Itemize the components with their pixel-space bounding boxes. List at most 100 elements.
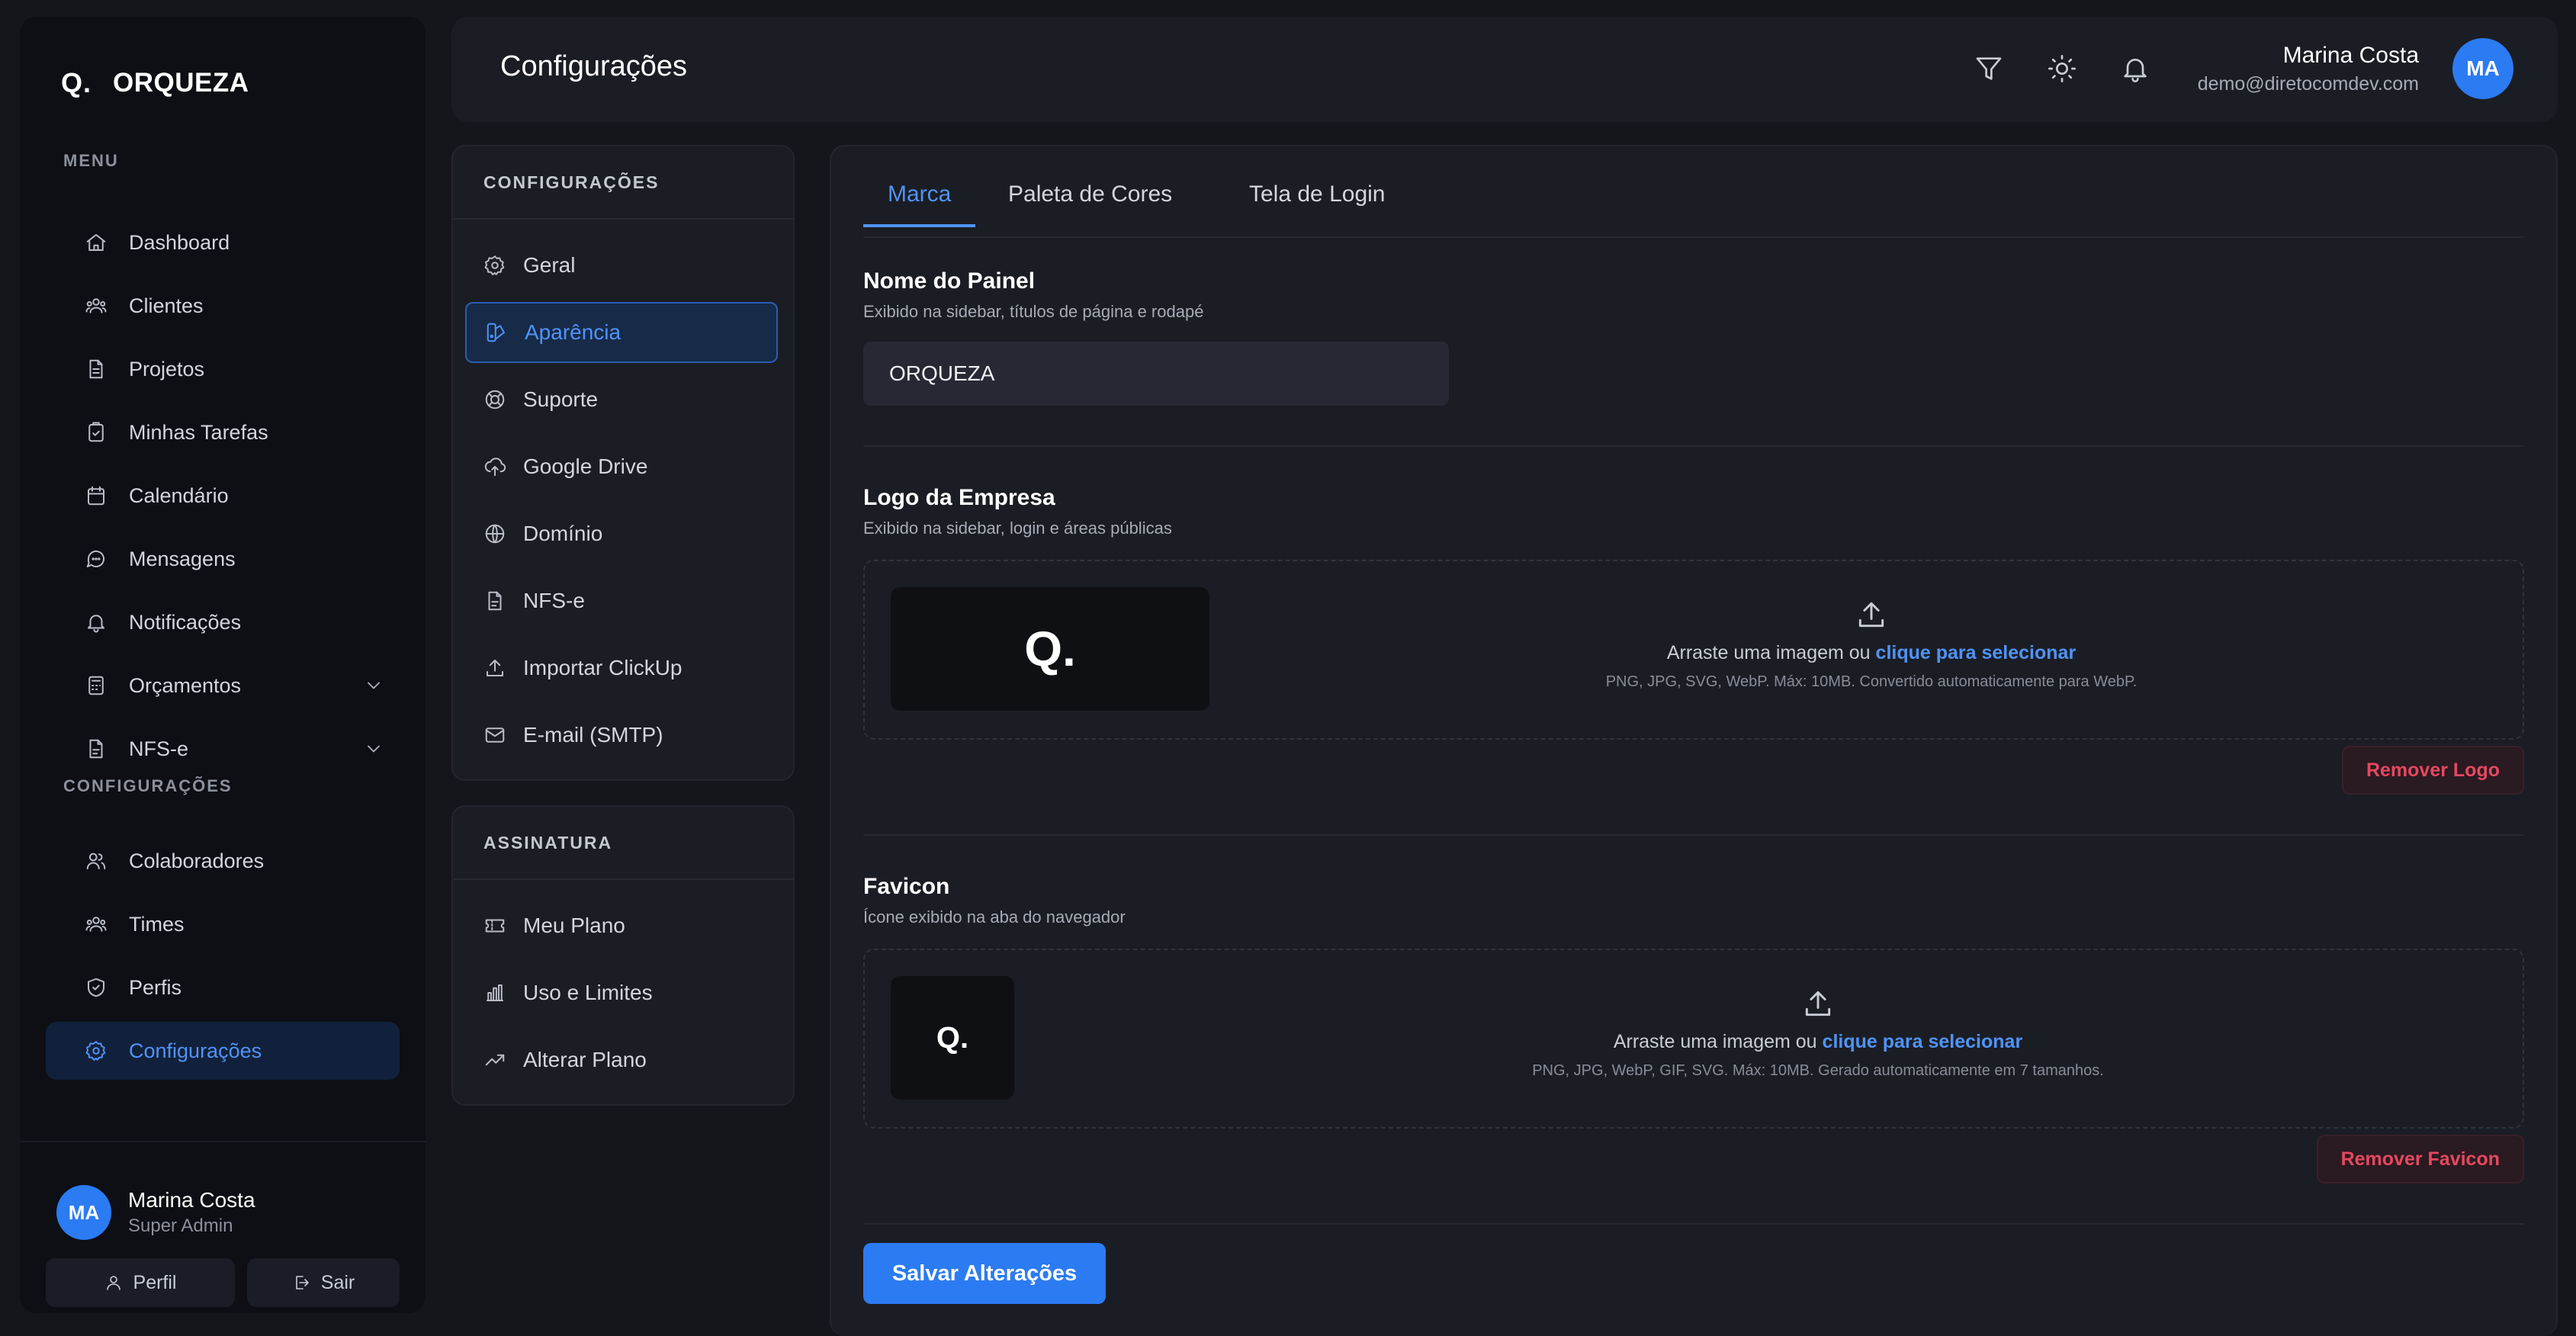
settings-item-google-drive[interactable]: Google Drive bbox=[465, 436, 778, 497]
panel-name-input[interactable] bbox=[863, 342, 1449, 406]
sidebar-item-label: Minhas Tarefas bbox=[129, 420, 268, 444]
subscription-menu-title: ASSINATURA bbox=[453, 807, 793, 880]
sidebar-item-clientes[interactable]: Clientes bbox=[46, 277, 400, 335]
subscription-item-meu-plano[interactable]: Meu Plano bbox=[465, 895, 778, 956]
avatar[interactable]: MA bbox=[2452, 38, 2513, 99]
tab-tela-de-login[interactable]: Tela de Login bbox=[1225, 181, 1409, 227]
settings-item-nfse[interactable]: NFS-e bbox=[465, 570, 778, 631]
logo-dropzone-text: Arraste uma imagem ou clique para seleci… bbox=[1551, 598, 2192, 691]
sidebar-item-label: NFS-e bbox=[129, 737, 189, 760]
sidebar-item-times[interactable]: Times bbox=[46, 895, 400, 953]
sidebar-divider bbox=[20, 1141, 426, 1142]
settings-item-aparencia[interactable]: Aparência bbox=[465, 302, 778, 363]
receipt-icon bbox=[83, 736, 109, 762]
settings-item-email-smtp[interactable]: E-mail (SMTP) bbox=[465, 705, 778, 766]
sidebar-item-notificacoes[interactable]: Notificações bbox=[46, 593, 400, 651]
sidebar-item-orcamentos[interactable]: Orçamentos bbox=[46, 657, 400, 715]
sidebar-item-nfse[interactable]: NFS-e bbox=[46, 720, 400, 778]
users-icon bbox=[83, 293, 109, 319]
user-role: Super Admin bbox=[128, 1216, 233, 1236]
clipboard-check-icon bbox=[83, 419, 109, 445]
settings-item-label: Aparência bbox=[525, 320, 622, 344]
logout-icon bbox=[292, 1273, 310, 1292]
logo-select-link[interactable]: clique para selecionar bbox=[1876, 642, 2077, 663]
tab-paleta-de-cores[interactable]: Paleta de Cores bbox=[984, 181, 1196, 227]
settings-item-label: Geral bbox=[523, 253, 576, 277]
config-section-title: CONFIGURAÇÕES bbox=[63, 776, 233, 795]
favicon-preview: Q. bbox=[891, 976, 1014, 1100]
user-icon bbox=[104, 1273, 123, 1292]
sidebar-item-label: Times bbox=[129, 912, 185, 936]
sidebar-item-dashboard[interactable]: Dashboard bbox=[46, 214, 400, 271]
tabs-divider bbox=[863, 236, 2524, 238]
save-button[interactable]: Salvar Alterações bbox=[863, 1243, 1106, 1304]
subscription-item-label: Alterar Plano bbox=[523, 1048, 647, 1071]
team-icon bbox=[83, 911, 109, 937]
page-title: Configurações bbox=[500, 50, 688, 82]
favicon-dropzone[interactable]: Q. Arraste uma imagem ou clique para sel… bbox=[863, 949, 2524, 1129]
sidebar-item-projetos[interactable]: Projetos bbox=[46, 340, 400, 398]
subscription-item-alterar-plano[interactable]: Alterar Plano bbox=[465, 1029, 778, 1090]
cloud-upload-icon bbox=[483, 455, 506, 478]
palette-icon bbox=[485, 321, 508, 344]
section-divider bbox=[863, 445, 2524, 447]
tab-marca[interactable]: Marca bbox=[863, 181, 976, 227]
settings-item-label: Google Drive bbox=[523, 454, 648, 478]
logo-subtitle: Exibido na sidebar, login e áreas públic… bbox=[863, 519, 1172, 538]
chevron-down-icon[interactable] bbox=[363, 675, 384, 696]
favicon-drop-text: Arraste uma imagem ou bbox=[1613, 1031, 1817, 1052]
upload-icon bbox=[1855, 598, 1888, 631]
filter-icon[interactable] bbox=[1974, 53, 2004, 84]
sidebar-item-label: Calendário bbox=[129, 483, 229, 507]
sidebar-item-colaboradores[interactable]: Colaboradores bbox=[46, 832, 400, 890]
user-name: Marina Costa bbox=[128, 1188, 255, 1212]
sidebar-item-perfis[interactable]: Perfis bbox=[46, 959, 400, 1016]
brand-logo[interactable]: Q. ORQUEZA bbox=[61, 67, 249, 99]
calendar-icon bbox=[83, 483, 109, 509]
upload-icon bbox=[1801, 987, 1835, 1020]
sidebar-item-label: Clientes bbox=[129, 294, 204, 317]
settings-item-label: Suporte bbox=[523, 387, 599, 411]
subscription-item-uso-limites[interactable]: Uso e Limites bbox=[465, 962, 778, 1023]
bell-icon[interactable] bbox=[2120, 53, 2150, 84]
settings-menu-title: CONFIGURAÇÕES bbox=[453, 146, 793, 220]
brand-name: ORQUEZA bbox=[113, 68, 249, 98]
sidebar-item-minhas-tarefas[interactable]: Minhas Tarefas bbox=[46, 403, 400, 461]
profile-button[interactable]: Perfil bbox=[46, 1258, 235, 1307]
sidebar-item-calendario[interactable]: Calendário bbox=[46, 467, 400, 525]
shield-icon bbox=[83, 975, 109, 1000]
panel-name-title: Nome do Painel bbox=[863, 268, 1036, 294]
settings-item-dominio[interactable]: Domínio bbox=[465, 503, 778, 564]
logout-button[interactable]: Sair bbox=[247, 1258, 400, 1307]
settings-item-importar-clickup[interactable]: Importar ClickUp bbox=[465, 637, 778, 699]
message-icon bbox=[83, 546, 109, 572]
panel-name-subtitle: Exibido na sidebar, títulos de página e … bbox=[863, 302, 1204, 321]
sidebar-item-mensagens[interactable]: Mensagens bbox=[46, 530, 400, 588]
sidebar-item-configuracoes[interactable]: Configurações bbox=[46, 1022, 400, 1080]
user-group-icon bbox=[83, 848, 109, 874]
remove-logo-button[interactable]: Remover Logo bbox=[2341, 746, 2524, 795]
favicon-title: Favicon bbox=[863, 874, 950, 899]
mail-icon bbox=[483, 724, 506, 747]
favicon-dropzone-text: Arraste uma imagem ou clique para seleci… bbox=[1399, 987, 2237, 1080]
sidebar-item-label: Projetos bbox=[129, 357, 205, 381]
sun-icon[interactable] bbox=[2047, 53, 2077, 84]
favicon-preview-mark: Q. bbox=[936, 1020, 969, 1055]
settings-item-label: NFS-e bbox=[523, 589, 585, 612]
logo-preview-mark: Q. bbox=[1024, 621, 1076, 676]
remove-favicon-button[interactable]: Remover Favicon bbox=[2316, 1135, 2524, 1183]
appearance-panel: Marca Paleta de Cores Tela de Login Nome… bbox=[830, 145, 2558, 1336]
favicon-hint: PNG, JPG, WebP, GIF, SVG. Máx: 10MB. Ger… bbox=[1532, 1062, 2104, 1079]
sidebar-item-label: Colaboradores bbox=[129, 849, 265, 872]
sidebar-item-label: Orçamentos bbox=[129, 673, 242, 697]
menu-section-title: MENU bbox=[63, 151, 119, 170]
settings-item-geral[interactable]: Geral bbox=[465, 235, 778, 296]
file-icon bbox=[483, 589, 506, 612]
gear-icon bbox=[483, 254, 506, 277]
brand-mark: Q. bbox=[61, 67, 92, 98]
settings-item-suporte[interactable]: Suporte bbox=[465, 369, 778, 430]
chevron-down-icon[interactable] bbox=[363, 738, 384, 760]
logo-title: Logo da Empresa bbox=[863, 485, 1055, 510]
favicon-select-link[interactable]: clique para selecionar bbox=[1823, 1031, 2023, 1052]
logo-dropzone[interactable]: Q. Arraste uma imagem ou clique para sel… bbox=[863, 560, 2524, 740]
